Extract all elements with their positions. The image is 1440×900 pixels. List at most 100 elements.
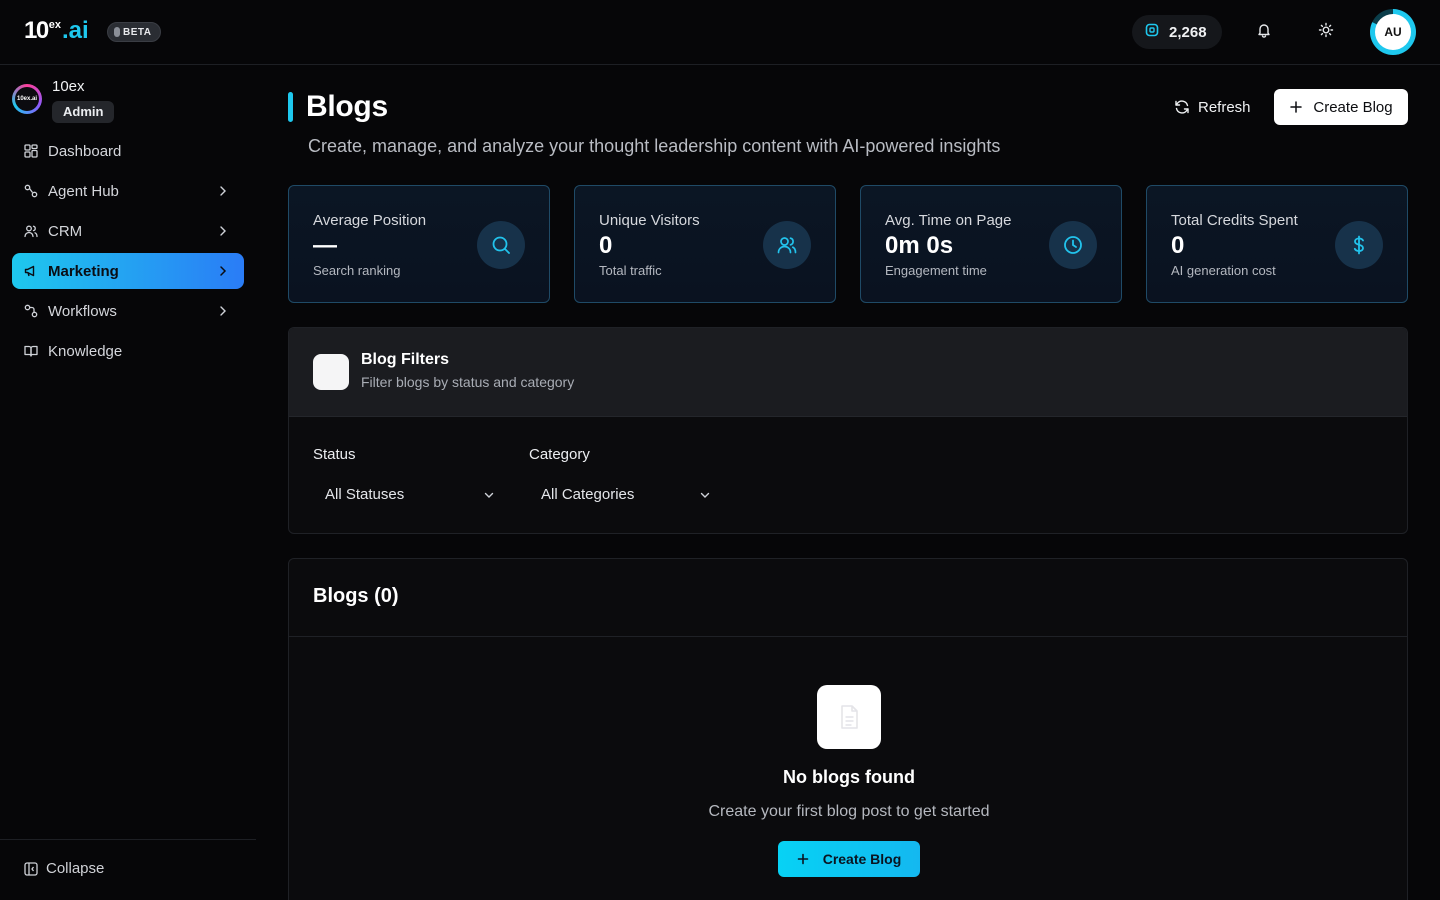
sidebar-item-workflows[interactable]: Workflows	[12, 293, 244, 329]
sidebar: 10ex.ai 10ex Admin Dashboard Agent Hub C…	[0, 65, 256, 900]
stat-value: —	[313, 232, 337, 259]
org-logo: 10ex.ai	[12, 84, 42, 114]
stat-caption: Search ranking	[313, 263, 401, 278]
filters-subtitle: Filter blogs by status and category	[361, 374, 575, 390]
stat-label: Average Position	[313, 212, 427, 229]
beta-badge[interactable]: BETA	[107, 22, 162, 42]
book-icon	[24, 343, 40, 359]
sidebar-item-label: Agent Hub	[48, 182, 119, 200]
plus-icon	[797, 853, 809, 865]
chevron-down-icon	[483, 488, 495, 505]
filter-icon	[313, 354, 349, 390]
filters-title: Blog Filters	[361, 351, 450, 368]
credits-balance[interactable]: 2,268	[1132, 15, 1222, 49]
blog-filters-panel: Blog Filters Filter blogs by status and …	[288, 327, 1408, 534]
credits-value: 2,268	[1169, 23, 1207, 41]
user-avatar[interactable]: AU	[1370, 9, 1416, 55]
logo-superscript: ex	[48, 19, 61, 31]
create-blog-button[interactable]: Create Blog	[1274, 89, 1408, 125]
create-blog-label: Create Blog	[1313, 98, 1393, 116]
stat-card-avg-time: Avg. Time on Page 0m 0s Engagement time	[860, 185, 1122, 303]
category-select[interactable]: All Categories	[529, 476, 721, 512]
refresh-button[interactable]: Refresh	[1162, 89, 1263, 125]
avatar-initials: AU	[1375, 14, 1411, 50]
stat-card-average-position: Average Position — Search ranking	[288, 185, 550, 303]
toggle-knob-icon	[114, 27, 120, 37]
stat-caption: Total traffic	[599, 263, 662, 278]
notifications-button[interactable]	[1248, 16, 1280, 48]
chevron-right-icon	[216, 184, 230, 202]
sidebar-footer: Collapse	[0, 839, 256, 877]
status-select[interactable]: All Statuses	[313, 476, 505, 512]
beta-label: BETA	[123, 26, 152, 38]
role-badge: Admin	[52, 101, 115, 123]
sidebar-item-knowledge[interactable]: Knowledge	[12, 333, 244, 369]
empty-create-blog-button[interactable]: Create Blog	[778, 841, 920, 877]
top-bar: 10 ex .ai BETA 2,268 AU	[0, 0, 1440, 65]
sidebar-item-label: Workflows	[48, 302, 117, 320]
chevron-right-icon	[216, 264, 230, 282]
blogs-panel: Blogs (0) No blogs found Create your fir…	[288, 558, 1408, 900]
panel-left-icon	[24, 861, 38, 876]
stat-caption: AI generation cost	[1171, 263, 1276, 278]
blogs-header: Blogs (0)	[289, 559, 1407, 637]
theme-toggle-button[interactable]	[1310, 16, 1342, 48]
blogs-count-title: Blogs (0)	[313, 585, 399, 607]
stat-value: 0	[1171, 232, 1185, 259]
megaphone-icon	[24, 263, 40, 279]
sidebar-item-marketing[interactable]: Marketing	[12, 253, 244, 289]
agent-hub-icon	[24, 183, 40, 199]
brand-logo[interactable]: 10 ex .ai	[24, 16, 89, 46]
users-icon	[763, 221, 811, 269]
sidebar-item-label: Dashboard	[48, 142, 122, 160]
workflow-icon	[24, 303, 40, 319]
stat-label: Unique Visitors	[599, 212, 700, 229]
document-icon	[817, 685, 881, 749]
stats-row: Average Position — Search ranking Unique…	[288, 185, 1408, 303]
stat-caption: Engagement time	[885, 263, 987, 278]
clock-icon	[1049, 221, 1097, 269]
collapse-sidebar-button[interactable]: Collapse	[24, 860, 104, 877]
sidebar-item-agent-hub[interactable]: Agent Hub	[12, 173, 244, 209]
sun-icon	[1318, 22, 1334, 43]
stat-card-unique-visitors: Unique Visitors 0 Total traffic	[574, 185, 836, 303]
sidebar-item-dashboard[interactable]: Dashboard	[12, 133, 244, 169]
coin-icon	[1144, 22, 1160, 43]
search-icon	[477, 221, 525, 269]
sidebar-item-label: CRM	[48, 222, 83, 240]
org-name: 10ex	[52, 78, 85, 95]
empty-state-subtitle: Create your first blog post to get start…	[708, 803, 990, 820]
page-title: Blogs	[306, 90, 388, 123]
refresh-label: Refresh	[1198, 98, 1251, 116]
dashboard-icon	[24, 143, 40, 159]
category-label: Category	[529, 446, 590, 463]
title-accent-bar	[288, 92, 293, 122]
stat-label: Total Credits Spent	[1171, 212, 1298, 229]
chevron-down-icon	[699, 488, 711, 505]
stat-value: 0	[599, 232, 613, 259]
main-content: Blogs Create, manage, and analyze your t…	[288, 65, 1408, 900]
refresh-icon	[1174, 99, 1190, 115]
logo-suffix: .ai	[61, 17, 89, 44]
stat-card-credits-spent: Total Credits Spent 0 AI generation cost	[1146, 185, 1408, 303]
stat-label: Avg. Time on Page	[885, 212, 1012, 229]
empty-state-title: No blogs found	[783, 767, 915, 787]
logo-main: 10	[24, 17, 49, 44]
status-label: Status	[313, 446, 356, 463]
sidebar-nav: Dashboard Agent Hub CRM Marketing Workfl…	[12, 133, 244, 373]
bell-icon	[1256, 22, 1272, 43]
chevron-right-icon	[216, 224, 230, 242]
stat-value: 0m 0s	[885, 232, 954, 259]
category-select-value: All Categories	[541, 485, 635, 503]
chevron-right-icon	[216, 304, 230, 322]
sidebar-item-label: Marketing	[48, 262, 119, 280]
org-switcher[interactable]: 10ex.ai 10ex Admin	[12, 77, 115, 123]
org-logo-text: 10ex.ai	[15, 87, 39, 111]
dollar-icon	[1335, 221, 1383, 269]
plus-icon	[1289, 100, 1303, 114]
filters-header: Blog Filters Filter blogs by status and …	[289, 328, 1407, 417]
collapse-label: Collapse	[46, 860, 105, 877]
sidebar-item-crm[interactable]: CRM	[12, 213, 244, 249]
empty-create-blog-label: Create Blog	[822, 851, 902, 867]
page-subtitle: Create, manage, and analyze your thought…	[308, 136, 1001, 156]
